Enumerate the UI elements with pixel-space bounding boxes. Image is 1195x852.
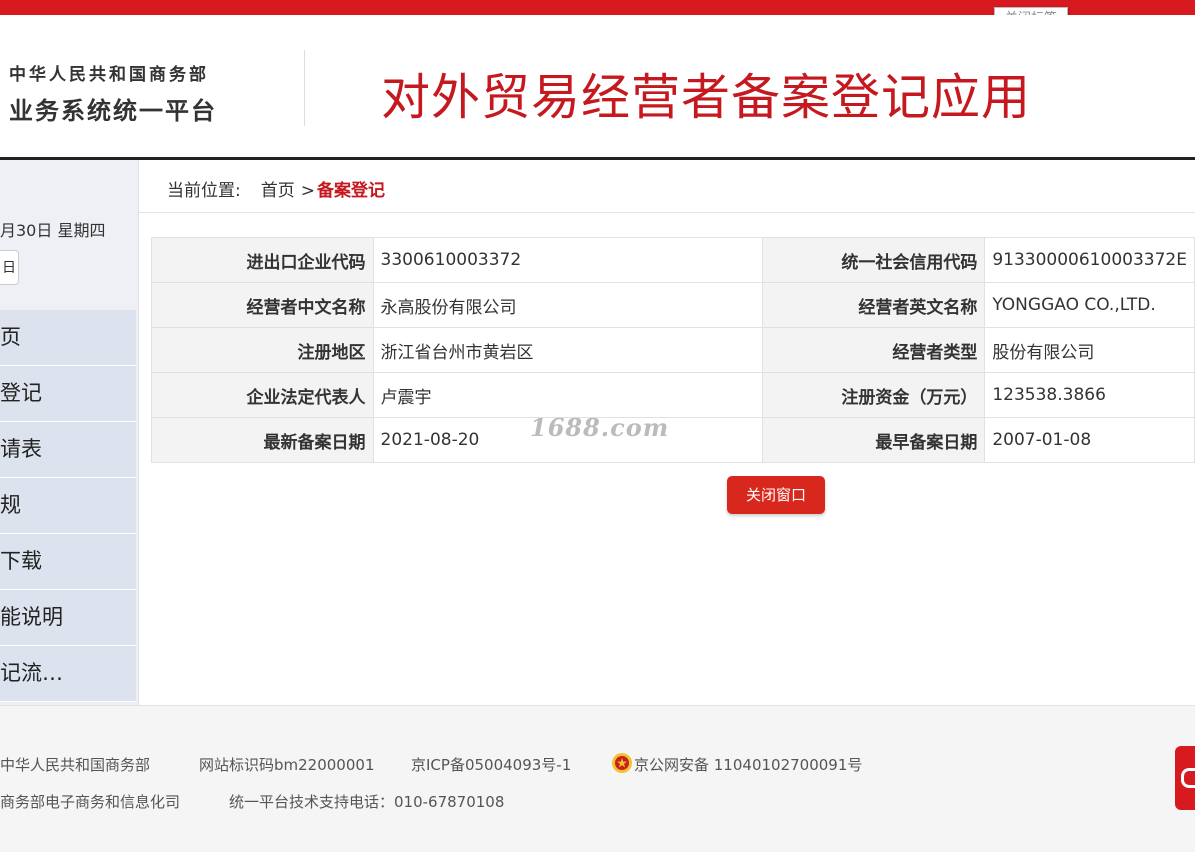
sidebar-item-downloads[interactable]: 下载: [0, 534, 136, 590]
breadcrumb-bar: 当前位置: 首页 > 备案登记: [139, 160, 1195, 213]
record-table: 进出口企业代码 3300610003372 统一社会信用代码 913300006…: [151, 237, 1195, 463]
sidebar-item-feature-guide[interactable]: 能说明: [0, 590, 136, 646]
field-value: YONGGAO CO.,LTD.: [984, 282, 1195, 328]
table-row: 企业法定代表人 卢震宇 注册资金（万元） 123538.3866: [151, 372, 1195, 418]
field-label: 最早备案日期: [761, 417, 986, 463]
footer-icp-link[interactable]: 京ICP备05004093号-1: [411, 754, 571, 775]
sidebar-menu: 页 登记 请表 规 下载 能说明 记流…: [0, 310, 136, 702]
table-row: 进出口企业代码 3300610003372 统一社会信用代码 913300006…: [151, 237, 1195, 283]
field-value: 卢震宇: [372, 372, 763, 418]
close-window-button[interactable]: 关闭窗口: [727, 476, 825, 514]
field-value: 永高股份有限公司: [372, 282, 763, 328]
org-name: 中华人民共和国商务部: [9, 65, 209, 85]
field-label: 最新备案日期: [151, 417, 374, 463]
gov-badge-icon[interactable]: [1175, 746, 1195, 810]
field-value: 3300610003372: [372, 237, 763, 283]
breadcrumb-current: 备案登记: [316, 181, 385, 201]
sidebar-item-application-form[interactable]: 请表: [0, 422, 136, 478]
table-row: 注册地区 浙江省台州市黄岩区 经营者类型 股份有限公司: [151, 327, 1195, 373]
sidebar-item-register[interactable]: 登记: [0, 366, 136, 422]
footer-dept: 商务部电子商务和信息化司: [0, 793, 181, 811]
app-title: 对外贸易经营者备案登记应用: [381, 69, 1032, 126]
table-row: 经营者中文名称 永高股份有限公司 经营者英文名称 YONGGAO CO.,LTD…: [151, 282, 1195, 328]
breadcrumb: 当前位置: 首页 > 备案登记: [167, 176, 385, 201]
field-label: 经营者中文名称: [151, 282, 374, 328]
sidebar-item-home[interactable]: 页: [0, 310, 136, 366]
table-row: 最新备案日期 2021-08-20 最早备案日期 2007-01-08: [151, 417, 1195, 463]
field-label: 注册资金（万元）: [761, 372, 986, 418]
sidebar-item-registration-flow[interactable]: 记流…: [0, 646, 136, 702]
header-divider: [304, 50, 305, 126]
field-value: 91330000610003372E: [984, 237, 1195, 283]
platform-name: 业务系统统一平台: [9, 97, 217, 125]
police-badge-icon: [612, 753, 632, 773]
field-label: 经营者英文名称: [761, 282, 986, 328]
breadcrumb-label: 当前位置:: [167, 181, 241, 201]
field-value: 浙江省台州市黄岩区: [372, 327, 763, 373]
footer-site-id: 网站标识码bm22000001: [199, 756, 375, 774]
footer-support: 统一平台技术支持电话：010-67870108: [229, 793, 505, 811]
sidebar: 月30日 星期四 日 页 登记 请表 规 下载 能说明 记流…: [0, 160, 139, 705]
field-value: 2007-01-08: [984, 417, 1195, 463]
field-value: 123538.3866: [984, 372, 1195, 418]
field-label: 经营者类型: [761, 327, 986, 373]
footer: 中华人民共和国商务部 网站标识码bm22000001 京ICP备05004093…: [0, 705, 1195, 852]
footer-org: 中华人民共和国商务部: [0, 756, 151, 774]
breadcrumb-home-link[interactable]: 首页: [261, 181, 295, 201]
field-label: 进出口企业代码: [151, 237, 374, 283]
field-label: 企业法定代表人: [151, 372, 374, 418]
sidebar-date: 月30日 星期四: [0, 221, 106, 240]
sidebar-date-button[interactable]: 日: [0, 250, 19, 285]
watermark: 1688.com: [530, 413, 670, 442]
breadcrumb-separator: >: [300, 181, 315, 201]
sidebar-item-regulations[interactable]: 规: [0, 478, 136, 534]
field-value: 股份有限公司: [984, 327, 1195, 373]
field-label: 注册地区: [151, 327, 374, 373]
field-label: 统一社会信用代码: [761, 237, 986, 283]
footer-police-link[interactable]: 京公网安备 11040102700091号: [634, 754, 862, 775]
